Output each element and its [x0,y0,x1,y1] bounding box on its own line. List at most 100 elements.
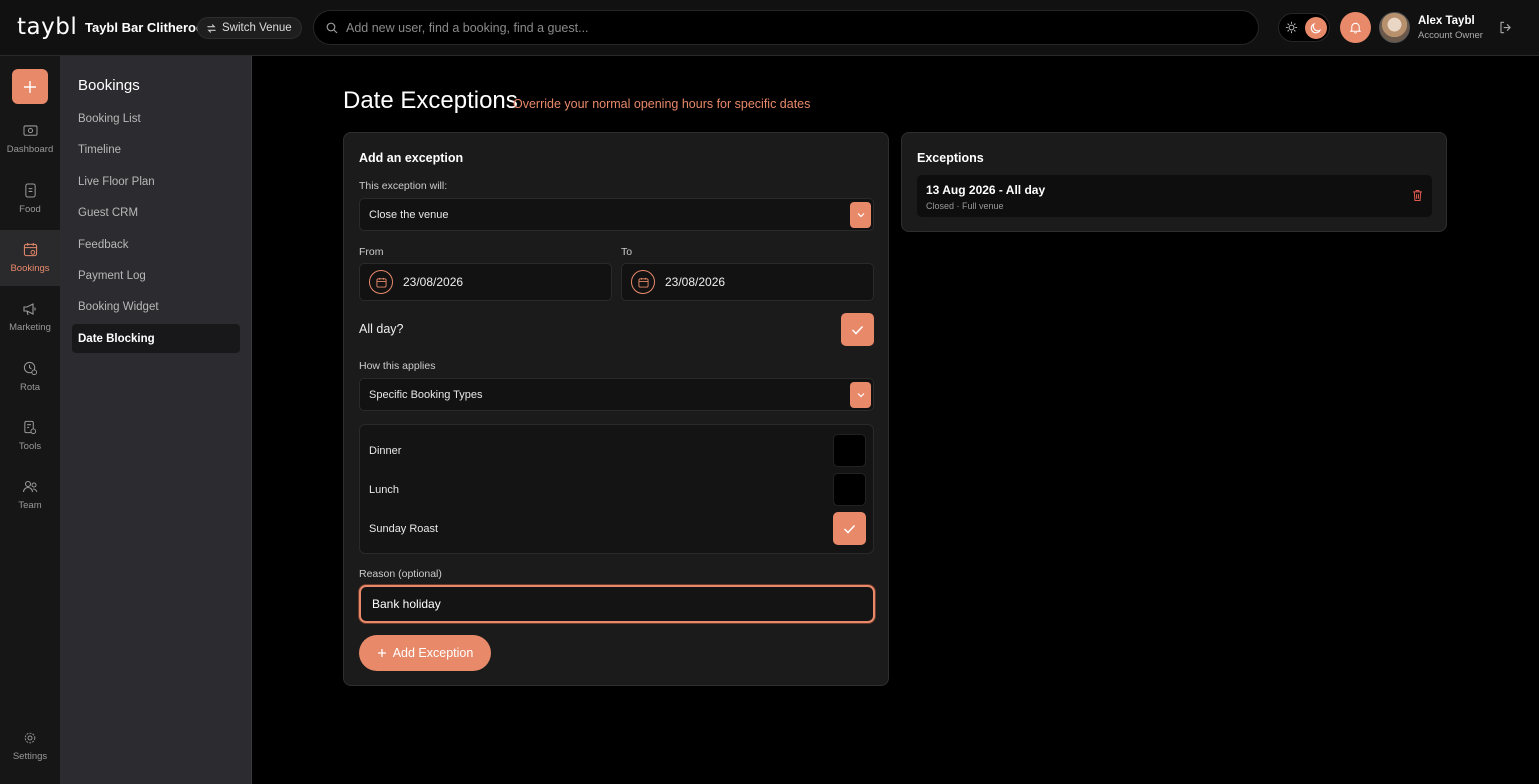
bookings-sidebar: Bookings Booking List Timeline Live Floo… [60,56,252,784]
all-day-label: All day? [359,322,404,336]
exceptions-card: Exceptions 13 Aug 2026 - All day Closed … [901,132,1447,232]
settings-icon [23,731,37,745]
rail-item-tools[interactable]: Tools [0,408,60,464]
to-label: To [621,246,633,258]
sidebar-item-feedback[interactable]: Feedback [72,230,240,259]
rail-item-team[interactable]: Team [0,467,60,523]
exceptions-title: Exceptions [917,151,984,165]
booking-type-label: Sunday Roast [369,522,439,535]
rail-item-rota[interactable]: Rota [0,349,60,405]
sidebar-item-guest-crm[interactable]: Guest CRM [72,198,240,227]
calendar-icon[interactable] [369,270,393,294]
bookings-icon [23,242,38,257]
notifications-button[interactable] [1340,12,1371,43]
exception-type-select[interactable]: Close the venue [359,198,874,231]
icon-rail: Dashboard Food Bookings Marketing Rota T… [0,56,60,784]
tools-icon [23,420,37,435]
plus-icon [377,648,387,658]
megaphone-icon [22,302,38,316]
sidebar-item-booking-list[interactable]: Booking List [72,104,240,133]
exception-item-title: 13 Aug 2026 - All day [926,183,1046,197]
rail-label: Team [18,499,42,511]
user-avatar[interactable] [1379,12,1410,43]
team-icon [22,480,38,494]
chevron-down-icon[interactable] [850,382,871,408]
add-exception-button[interactable]: Add Exception [359,635,491,671]
sidebar-item-payment-log[interactable]: Payment Log [72,261,240,290]
food-icon [24,183,37,198]
add-exception-title: Add an exception [359,151,464,165]
sidebar-item-date-blocking[interactable]: Date Blocking [72,324,240,353]
user-role: Account Owner [1418,30,1483,41]
rota-icon [23,361,38,376]
switch-venue-label: Switch Venue [222,22,292,34]
plus-icon [22,79,38,95]
booking-type-checkbox[interactable] [833,434,866,467]
sidebar-item-live-floor-plan[interactable]: Live Floor Plan [72,167,240,196]
rail-item-bookings[interactable]: Bookings [0,230,60,286]
sun-icon[interactable] [1285,21,1298,34]
booking-type-checkbox[interactable] [833,512,866,545]
to-date-field[interactable]: 23/08/2026 [621,263,874,301]
to-date-value: 23/08/2026 [665,275,726,289]
quick-add-button[interactable] [12,69,48,104]
rail-item-food[interactable]: Food [0,171,60,227]
chevron-down-icon[interactable] [850,202,871,228]
trash-icon[interactable] [1412,189,1423,202]
rail-label: Dashboard [6,144,54,155]
rail-label: Food [19,204,41,215]
taybl-logo[interactable]: taybl [17,14,77,40]
add-exception-label: Add Exception [392,646,474,660]
page-subtitle: Override your normal opening hours for s… [513,97,811,111]
rail-label: Marketing [9,321,51,333]
check-icon [843,524,856,534]
booking-type-label: Lunch [369,483,399,496]
rail-item-dashboard[interactable]: Dashboard [0,112,60,168]
booking-type-row[interactable]: Lunch [369,473,866,506]
page-title: Date Exceptions [343,87,518,114]
booking-types-list: Dinner Lunch Sunday Roast [359,424,874,554]
rail-label: Bookings [10,263,50,274]
applies-label: How this applies [359,360,436,372]
applies-select[interactable]: Specific Booking Types [359,378,874,411]
booking-type-checkbox[interactable] [833,473,866,506]
reason-input[interactable] [372,597,852,611]
sidebar-title: Bookings [78,77,140,94]
moon-icon[interactable] [1305,17,1327,39]
from-date-field[interactable]: 23/08/2026 [359,263,612,301]
switch-venue-button[interactable]: Switch Venue [197,17,302,39]
exception-item[interactable]: 13 Aug 2026 - All day Closed · Full venu… [917,175,1432,217]
reason-label: Reason (optional) [359,568,442,580]
from-label: From [359,246,384,258]
sidebar-item-timeline[interactable]: Timeline [72,135,240,164]
venue-name: Taybl Bar Clitheroe [85,20,204,35]
search-icon [326,22,338,34]
exception-type-value: Close the venue [369,208,449,221]
bell-icon [1349,21,1362,34]
check-icon [851,325,864,335]
applies-value: Specific Booking Types [369,388,483,401]
global-search[interactable] [313,10,1259,45]
from-date-value: 23/08/2026 [403,275,464,289]
top-bar: taybl Taybl Bar Clitheroe Switch Venue A… [0,0,1539,56]
logout-icon[interactable] [1498,20,1513,35]
calendar-icon[interactable] [631,270,655,294]
exception-type-label: This exception will: [359,180,448,192]
rail-label: Tools [18,441,42,452]
reason-field[interactable] [359,585,875,623]
booking-type-row[interactable]: Sunday Roast [369,512,866,545]
user-name[interactable]: Alex Taybl [1418,15,1475,27]
theme-toggle[interactable] [1278,13,1330,42]
rail-label: Settings [12,750,48,762]
rail-item-marketing[interactable]: Marketing [0,289,60,345]
booking-type-row[interactable]: Dinner [369,434,866,467]
all-day-checkbox[interactable] [841,313,874,346]
booking-type-label: Dinner [369,444,402,457]
sidebar-item-booking-widget[interactable]: Booking Widget [72,292,240,321]
add-exception-card: Add an exception This exception will: Cl… [343,132,889,686]
dashboard-icon [22,125,38,138]
rail-label: Rota [19,382,41,393]
rail-item-settings[interactable]: Settings [0,718,60,774]
search-input[interactable] [346,20,1226,35]
switch-icon [206,23,217,34]
